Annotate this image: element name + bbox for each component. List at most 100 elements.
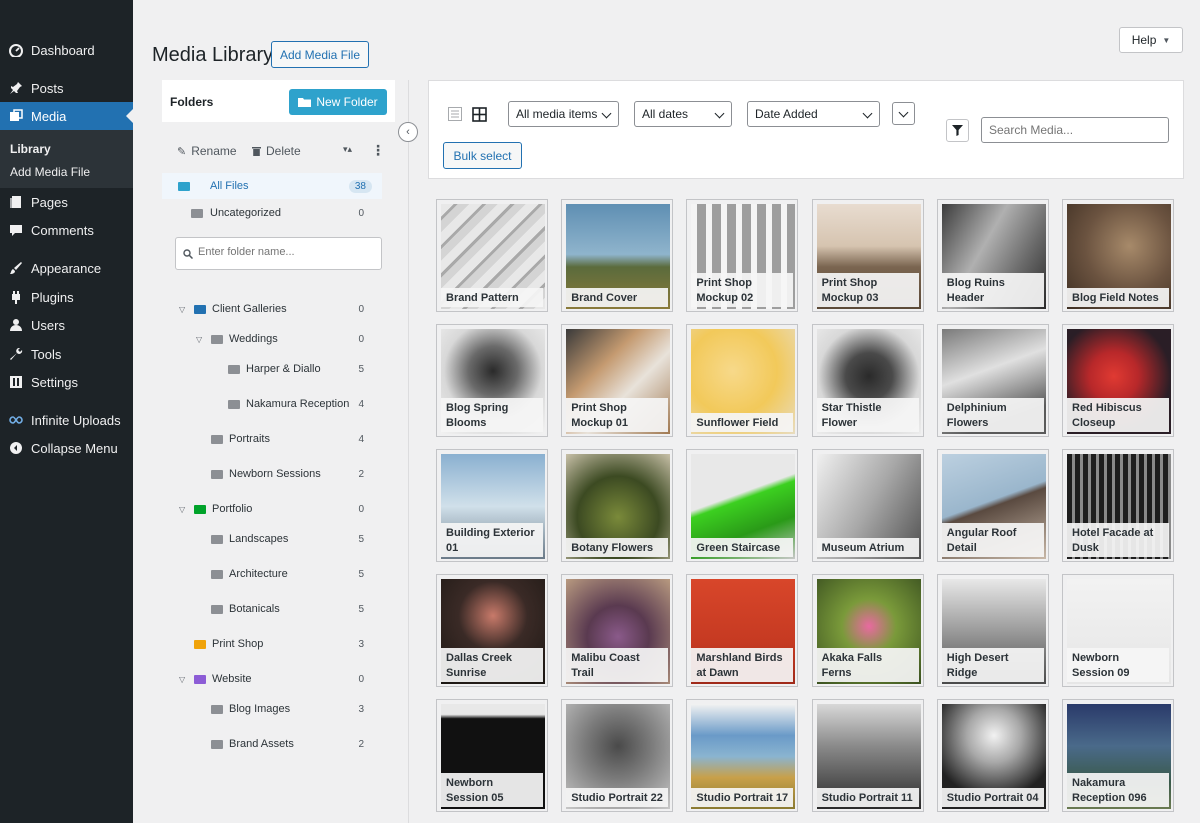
admin-menu-item-infinite-uploads[interactable]: Infinite Uploads [0,406,133,434]
admin-menu-item-appearance[interactable]: Appearance [0,254,133,282]
media-title: Print Shop Mockup 03 [816,273,919,307]
chevron-down-icon [862,108,873,119]
admin-menu-item-dashboard[interactable]: Dashboard [0,36,133,64]
media-type-select[interactable]: All media items [508,101,619,127]
more-options-icon[interactable]: ⋮ [371,142,385,159]
folder-icon [211,704,223,714]
folder-item[interactable]: Nakamura Reception 4 [162,391,382,417]
media-title: Newborn Session 09 [1067,648,1169,682]
media-item[interactable]: Blog Spring Blooms [436,324,548,437]
collapse-panel-button[interactable]: ‹ [398,122,418,142]
chevron-down-icon[interactable]: ▽ [179,675,185,684]
media-item[interactable]: Newborn Session 09 [1062,574,1174,687]
sort-icon[interactable]: ▾▴ [343,144,352,155]
folder-item[interactable]: Landscapes 5 [162,526,382,552]
admin-menu-item-settings[interactable]: Settings [0,368,133,396]
delete-button[interactable]: Delete [252,144,301,158]
folder-item[interactable]: ▽ Portfolio 0 [162,496,382,522]
rename-button[interactable]: ✎ Rename [177,144,237,158]
folder-all-files[interactable]: All Files 38 [162,173,382,199]
media-title: Building Exterior 01 [441,523,543,557]
media-item[interactable]: Newborn Session 05 [436,699,548,812]
media-item[interactable]: Print Shop Mockup 03 [811,199,924,312]
media-item[interactable]: Blog Field Notes [1062,199,1174,312]
media-item[interactable]: Museum Atrium [811,449,924,562]
folder-item[interactable]: Print Shop 3 [162,631,382,657]
media-title: Brand Cover [566,288,669,307]
media-item[interactable]: Nakamura Reception 096 [1062,699,1174,812]
media-item[interactable]: Botany Flowers [561,449,674,562]
help-button[interactable]: Help ▼ [1119,27,1183,53]
folder-item[interactable]: Harper & Diallo 5 [162,356,382,382]
folder-item[interactable]: Brand Assets 2 [162,731,382,757]
folder-label: Nakamura Reception [246,398,350,410]
submenu-library[interactable]: Library [10,142,51,156]
folder-item[interactable]: ▽ Website 0 [162,666,382,692]
chevron-down-icon[interactable]: ▽ [179,505,185,514]
add-media-button[interactable]: Add Media File [271,41,369,68]
media-item[interactable]: Blog Ruins Header [936,199,1049,312]
folder-item[interactable]: ▽ Weddings 0 [162,326,382,352]
media-item[interactable]: Building Exterior 01 [436,449,548,562]
media-item[interactable]: High Desert Ridge [936,574,1049,687]
chevron-down-icon[interactable]: ▽ [179,305,185,314]
folder-item[interactable]: Architecture 5 [162,561,382,587]
media-item[interactable]: Studio Portrait 11 [811,699,924,812]
new-folder-button[interactable]: New Folder [289,89,387,115]
media-item[interactable]: Brand Pattern [436,199,548,312]
folder-uncategorized[interactable]: Uncategorized 0 [162,200,382,226]
media-item[interactable]: Studio Portrait 04 [936,699,1049,812]
folder-item[interactable]: Portraits 4 [162,426,382,452]
media-icon [10,109,23,121]
folder-count: 0 [358,333,364,345]
admin-menu-item-collapse-menu[interactable]: Collapse Menu [0,434,133,462]
admin-menu-item-pages[interactable]: Pages [0,188,133,216]
panel-divider[interactable] [408,80,409,823]
folder-item[interactable]: Botanicals 5 [162,596,382,622]
folder-search-input[interactable] [198,246,373,258]
media-item[interactable]: Akaka Falls Ferns [811,574,924,687]
sort-order-button[interactable] [892,102,915,125]
admin-menu-item-tools[interactable]: Tools [0,340,133,368]
chevron-down-icon [898,107,909,118]
admin-menu-item-comments[interactable]: Comments [0,216,133,244]
media-item[interactable]: Studio Portrait 22 [561,699,674,812]
media-item[interactable]: Print Shop Mockup 01 [561,324,674,437]
media-item[interactable]: Sunflower Field [686,324,799,437]
admin-menu-item-plugins[interactable]: Plugins [0,283,133,311]
media-submenu: Library Add Media File [0,130,133,188]
media-item[interactable]: Red Hibiscus Closeup [1062,324,1174,437]
search-media-input[interactable] [982,118,1168,142]
media-title: Newborn Session 05 [441,773,543,807]
folder-item[interactable]: Blog Images 3 [162,696,382,722]
search-media-field[interactable] [981,117,1169,143]
media-item[interactable]: Angular Roof Detail [936,449,1049,562]
media-item[interactable]: Marshland Birds at Dawn [686,574,799,687]
chevron-down-icon[interactable]: ▽ [196,335,202,344]
submenu-add-media[interactable]: Add Media File [10,165,90,179]
media-item[interactable]: Print Shop Mockup 02 [686,199,799,312]
media-item[interactable]: Malibu Coast Trail [561,574,674,687]
media-item[interactable]: Star Thistle Flower [811,324,924,437]
grid-view-icon[interactable] [472,107,487,122]
media-item[interactable]: Green Staircase [686,449,799,562]
folder-item[interactable]: ▽ Client Galleries 0 [162,296,382,322]
media-item[interactable]: Dallas Creek Sunrise [436,574,548,687]
media-item[interactable]: Studio Portrait 17 [686,699,799,812]
plugin-icon [12,291,20,304]
bulk-select-button[interactable]: Bulk select [443,142,522,169]
dashboard-icon [9,44,23,57]
folder-item[interactable]: Newborn Sessions 2 [162,461,382,487]
filter-icon [952,125,963,136]
admin-menu-item-users[interactable]: Users [0,311,133,339]
admin-menu-item-media[interactable]: Media [0,102,133,130]
admin-menu-item-posts[interactable]: Posts [0,74,133,102]
sort-select[interactable]: Date Added [747,101,880,127]
folder-search-field[interactable] [175,237,382,270]
media-item[interactable]: Hotel Facade at Dusk [1062,449,1174,562]
date-select[interactable]: All dates [634,101,732,127]
media-item[interactable]: Brand Cover [561,199,674,312]
media-item[interactable]: Delphinium Flowers [936,324,1049,437]
list-view-icon[interactable] [448,107,462,121]
filter-button[interactable] [946,119,969,142]
